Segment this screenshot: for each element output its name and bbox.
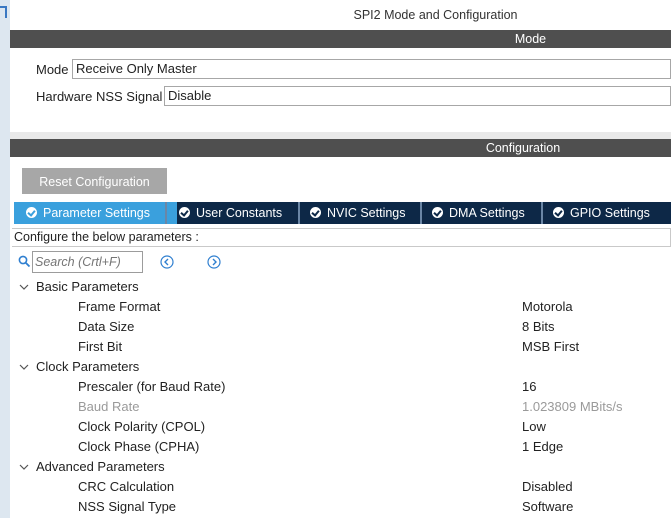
tab-label: NVIC Settings — [327, 206, 406, 220]
section-separator — [10, 132, 671, 139]
tab-nvic-settings[interactable]: NVIC Settings — [300, 202, 430, 224]
chevron-down-icon[interactable] — [19, 282, 29, 292]
check-circle-icon — [26, 207, 37, 218]
tab-gpio-settings[interactable]: GPIO Settings — [543, 202, 671, 224]
mode-label: Mode — [36, 62, 69, 77]
param-name: Frame Format — [78, 299, 161, 314]
param-name: Baud Rate — [78, 399, 140, 414]
group-advanced-parameters[interactable]: Advanced Parameters — [36, 459, 165, 474]
group-clock-parameters[interactable]: Clock Parameters — [36, 359, 139, 374]
param-name: First Bit — [78, 339, 123, 354]
mode-select[interactable]: Receive Only Master — [72, 59, 671, 79]
param-name: Clock Phase (CPHA) — [78, 439, 200, 454]
next-result-icon[interactable] — [207, 255, 221, 269]
previous-result-icon[interactable] — [160, 255, 174, 269]
check-circle-icon — [553, 207, 564, 218]
param-value[interactable]: 16 — [522, 379, 536, 394]
search-input[interactable] — [32, 251, 143, 273]
search-icon[interactable] — [18, 255, 31, 268]
check-circle-icon — [432, 207, 443, 218]
tab-dma-settings[interactable]: DMA Settings — [422, 202, 552, 224]
nss-label: Hardware NSS Signal — [36, 89, 163, 104]
tab-label: User Constants — [196, 206, 283, 220]
left-panel-edge — [0, 0, 10, 518]
config-tab-bar: Parameter Settings User Constants NVIC S… — [14, 202, 671, 224]
tab-label: GPIO Settings — [570, 206, 650, 220]
tab-parameter-settings[interactable]: Parameter Settings — [14, 202, 177, 224]
nss-select[interactable]: Disable — [164, 86, 671, 106]
group-basic-parameters[interactable]: Basic Parameters — [36, 279, 139, 294]
check-circle-icon — [179, 207, 190, 218]
param-value[interactable]: Software — [522, 499, 573, 514]
window-title: SPI2 Mode and Configuration — [353, 8, 518, 22]
param-name: Prescaler (for Baud Rate) — [78, 379, 226, 394]
param-value: 1.023809 MBits/s — [522, 399, 623, 414]
param-name: CRC Calculation — [78, 479, 175, 494]
param-value[interactable]: Disabled — [522, 479, 573, 494]
tab-label: DMA Settings — [449, 206, 525, 220]
chevron-down-icon[interactable] — [19, 462, 29, 472]
configuration-section-header: Configuration — [10, 139, 671, 157]
param-value[interactable]: 1 Edge — [522, 439, 563, 454]
param-value[interactable]: Motorola — [522, 299, 573, 314]
tab-label: Parameter Settings — [43, 206, 150, 220]
param-value[interactable]: 8 Bits — [522, 319, 555, 334]
mode-panel: Mode Receive Only Master Hardware NSS Si… — [10, 48, 671, 133]
param-value[interactable]: Low — [522, 419, 546, 434]
configure-info-text: Configure the below parameters : — [12, 228, 671, 247]
param-value[interactable]: MSB First — [522, 339, 579, 354]
param-name: Data Size — [78, 319, 135, 334]
param-name: Clock Polarity (CPOL) — [78, 419, 206, 434]
check-circle-icon — [310, 207, 321, 218]
reset-configuration-button[interactable]: Reset Configuration — [22, 168, 167, 194]
mode-section-header: Mode — [10, 30, 671, 48]
chevron-down-icon[interactable] — [19, 362, 29, 372]
param-name: NSS Signal Type — [78, 499, 177, 514]
